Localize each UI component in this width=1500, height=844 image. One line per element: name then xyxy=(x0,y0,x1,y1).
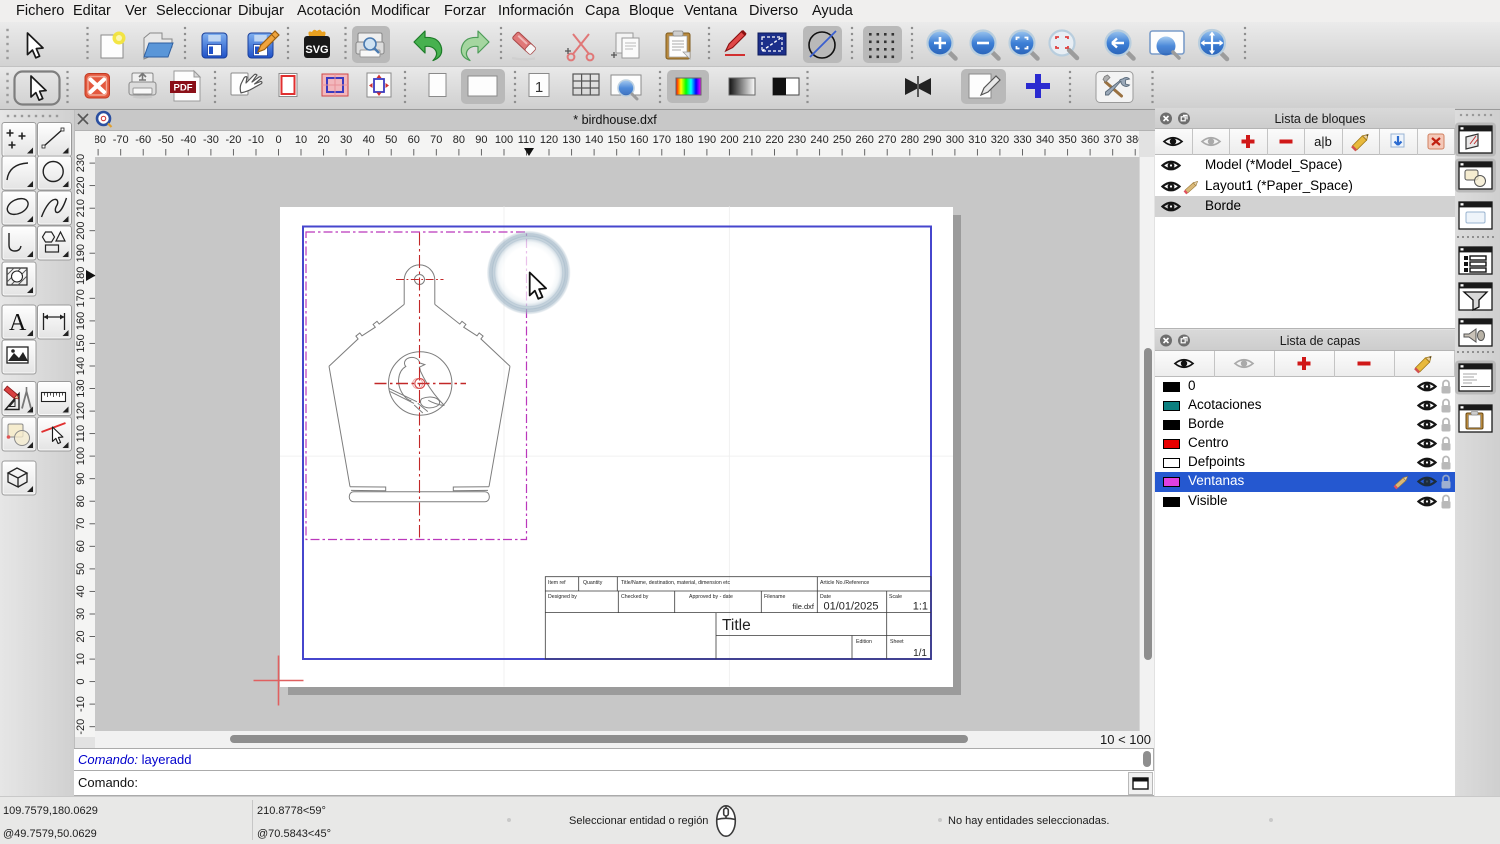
svg-text:230: 230 xyxy=(788,134,806,146)
svg-text:100: 100 xyxy=(75,447,87,465)
svg-text:230: 230 xyxy=(75,154,87,172)
svg-text:140: 140 xyxy=(75,357,87,375)
svg-text:240: 240 xyxy=(810,134,828,146)
svg-text:Date: Date xyxy=(820,594,831,600)
svg-text:310: 310 xyxy=(968,134,986,146)
svg-text:-20: -20 xyxy=(75,719,87,735)
svg-text:-80: -80 xyxy=(90,134,106,146)
svg-text:260: 260 xyxy=(856,134,874,146)
svg-text:Scale: Scale xyxy=(889,594,902,600)
svg-text:0: 0 xyxy=(75,679,87,685)
svg-text:1:1: 1:1 xyxy=(913,601,928,613)
svg-text:Quantity: Quantity xyxy=(583,580,603,586)
svg-text:01/01/2025: 01/01/2025 xyxy=(823,601,878,613)
svg-text:160: 160 xyxy=(630,134,648,146)
svg-text:350: 350 xyxy=(1058,134,1076,146)
svg-text:130: 130 xyxy=(562,134,580,146)
svg-text:Approved by - date: Approved by - date xyxy=(689,594,733,600)
svg-text:220: 220 xyxy=(75,176,87,194)
svg-text:10: 10 xyxy=(75,653,87,665)
svg-text:180: 180 xyxy=(75,267,87,285)
svg-text:70: 70 xyxy=(75,518,87,530)
svg-text:210: 210 xyxy=(743,134,761,146)
svg-text:10: 10 xyxy=(295,134,307,146)
svg-text:-30: -30 xyxy=(203,134,219,146)
svg-text:40: 40 xyxy=(363,134,375,146)
svg-text:1/1: 1/1 xyxy=(913,648,927,659)
svg-text:30: 30 xyxy=(75,608,87,620)
svg-text:-40: -40 xyxy=(180,134,196,146)
svg-text:-10: -10 xyxy=(248,134,264,146)
svg-text:190: 190 xyxy=(698,134,716,146)
svg-text:360: 360 xyxy=(1081,134,1099,146)
svg-text:20: 20 xyxy=(75,630,87,642)
svg-text:SVG: SVG xyxy=(305,44,328,56)
svg-text:90: 90 xyxy=(475,134,487,146)
svg-text:-10: -10 xyxy=(75,696,87,712)
svg-text:1: 1 xyxy=(535,79,543,96)
svg-text:200: 200 xyxy=(75,222,87,240)
svg-text:file.dxf: file.dxf xyxy=(792,602,815,611)
svg-text:200: 200 xyxy=(720,134,738,146)
svg-text:A: A xyxy=(9,310,27,336)
svg-text:140: 140 xyxy=(585,134,603,146)
svg-text:180: 180 xyxy=(675,134,693,146)
svg-text:60: 60 xyxy=(75,540,87,552)
svg-text:300: 300 xyxy=(946,134,964,146)
svg-text:280: 280 xyxy=(901,134,919,146)
svg-text:120: 120 xyxy=(75,402,87,420)
svg-text:40: 40 xyxy=(75,585,87,597)
svg-text:Filename: Filename xyxy=(764,594,785,600)
svg-text:Article No./Reference: Article No./Reference xyxy=(820,580,869,586)
svg-text:150: 150 xyxy=(75,334,87,352)
svg-text:370: 370 xyxy=(1104,134,1122,146)
svg-text:80: 80 xyxy=(75,495,87,507)
svg-text:0: 0 xyxy=(275,134,281,146)
svg-text:110: 110 xyxy=(75,425,87,443)
svg-text:20: 20 xyxy=(317,134,329,146)
svg-text:250: 250 xyxy=(833,134,851,146)
svg-text:320: 320 xyxy=(991,134,1009,146)
svg-text:PDF: PDF xyxy=(174,83,193,94)
svg-text:290: 290 xyxy=(923,134,941,146)
svg-text:30: 30 xyxy=(340,134,352,146)
svg-text:170: 170 xyxy=(653,134,671,146)
svg-text:50: 50 xyxy=(75,563,87,575)
svg-text:50: 50 xyxy=(385,134,397,146)
svg-text:340: 340 xyxy=(1036,134,1054,146)
svg-text:-60: -60 xyxy=(135,134,151,146)
svg-text:Title/Name, destination, mater: Title/Name, destination, material, dimen… xyxy=(621,580,730,586)
svg-text:210: 210 xyxy=(75,199,87,217)
svg-text:100: 100 xyxy=(495,134,513,146)
svg-text:270: 270 xyxy=(878,134,896,146)
svg-text:130: 130 xyxy=(75,379,87,397)
svg-text:-20: -20 xyxy=(225,134,241,146)
svg-text:70: 70 xyxy=(430,134,442,146)
svg-text:90: 90 xyxy=(75,473,87,485)
svg-text:80: 80 xyxy=(453,134,465,146)
svg-text:330: 330 xyxy=(1013,134,1031,146)
svg-text:Title: Title xyxy=(722,617,751,634)
svg-text:150: 150 xyxy=(608,134,626,146)
svg-text:Checked by: Checked by xyxy=(621,594,649,600)
svg-text:380: 380 xyxy=(1126,134,1144,146)
svg-text:190: 190 xyxy=(75,244,87,262)
svg-text:170: 170 xyxy=(75,289,87,307)
svg-text:Designed by: Designed by xyxy=(548,594,577,600)
svg-text:Item ref: Item ref xyxy=(548,580,566,586)
svg-text:Edition: Edition xyxy=(856,639,872,645)
svg-text:Sheet: Sheet xyxy=(890,639,904,645)
svg-text:220: 220 xyxy=(765,134,783,146)
svg-text:160: 160 xyxy=(75,312,87,330)
svg-text:120: 120 xyxy=(540,134,558,146)
svg-text:-50: -50 xyxy=(158,134,174,146)
svg-text:-70: -70 xyxy=(113,134,129,146)
svg-text:110: 110 xyxy=(518,134,536,146)
svg-text:60: 60 xyxy=(408,134,420,146)
